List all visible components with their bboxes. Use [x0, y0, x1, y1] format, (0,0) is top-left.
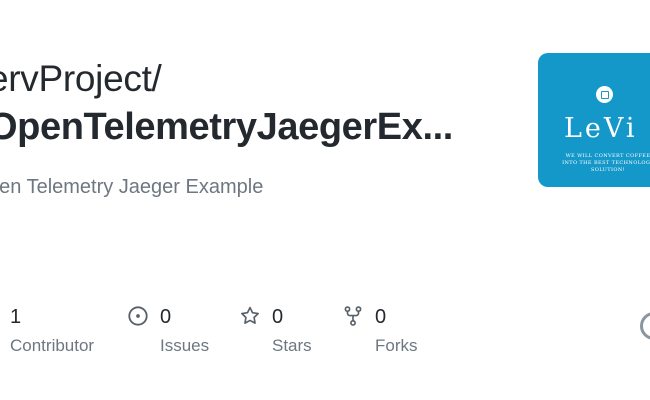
avatar-name: LeVi — [564, 113, 638, 144]
forks-label: Forks — [375, 336, 418, 355]
issues-count: 0 — [160, 306, 172, 328]
contributors-count: 1 — [10, 306, 22, 328]
avatar-tagline: WE WILL CONVERT COFFEE INTO THE BEST TEC… — [562, 153, 650, 173]
owner-avatar: LeVi WE WILL CONVERT COFFEE INTO THE BES… — [538, 53, 650, 187]
github-logo-icon — [640, 312, 650, 340]
stars-label: Stars — [272, 336, 312, 355]
issues-icon — [128, 306, 148, 326]
stars-count: 0 — [272, 306, 284, 328]
contributors-label: Contributor — [10, 336, 95, 355]
fork-icon — [344, 306, 362, 326]
issues-label: Issues — [160, 336, 210, 355]
repo-owner[interactable]: ervProject/ — [0, 58, 162, 100]
coffee-cup-icon — [596, 86, 613, 103]
star-icon — [241, 306, 259, 324]
forks-count: 0 — [375, 306, 387, 328]
contributors-icon — [0, 305, 10, 327]
repo-description: pen Telemetry Jaeger Example — [0, 176, 264, 198]
repo-name[interactable]: OpenTelemetryJaegerEx... — [0, 106, 453, 149]
